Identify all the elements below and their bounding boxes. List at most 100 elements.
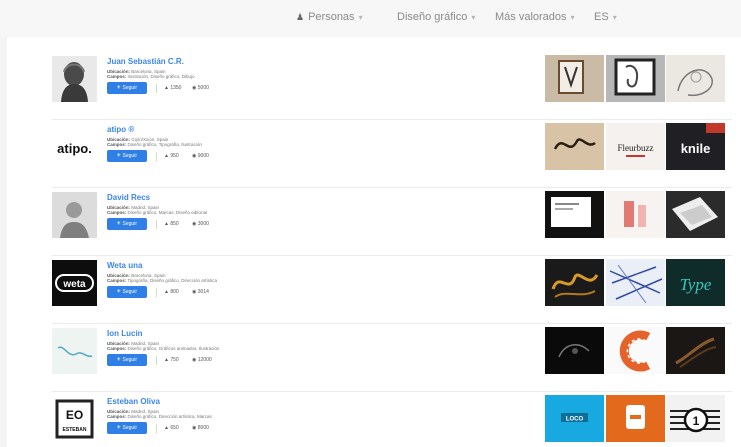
language-selector[interactable]: ES ▾ — [594, 11, 617, 23]
project-thumbnail[interactable] — [666, 327, 725, 374]
appreciations-count: ▲ 650 — [164, 425, 179, 431]
divider — [156, 220, 157, 229]
follow-button[interactable]: + Seguir — [107, 82, 147, 94]
thumbs-up-icon: ▲ — [164, 153, 169, 159]
avatar[interactable]: EO ESTEBAN — [52, 396, 97, 442]
people-filter[interactable]: ♟ Personas ▾ — [296, 11, 363, 23]
plus-icon: + — [117, 153, 121, 159]
profile-fields: Campos: Tipografía, Diseño gráfico, Dire… — [107, 278, 218, 283]
divider — [156, 424, 157, 433]
project-thumbnail[interactable] — [545, 123, 604, 170]
project-thumbnail[interactable] — [545, 259, 604, 306]
svg-text:atipo.: atipo. — [57, 141, 92, 156]
project-thumbnail[interactable] — [545, 327, 604, 374]
appreciations-count: ▲ 1350 — [164, 85, 182, 91]
project-thumbnail[interactable] — [606, 55, 665, 102]
project-thumbnail[interactable]: LOCO — [545, 395, 604, 442]
project-thumbnail[interactable] — [666, 55, 725, 102]
svg-text:EO: EO — [66, 408, 83, 422]
profile-row: EO ESTEBAN Esteban Oliva Ubicación: Madri… — [52, 391, 732, 447]
chevron-down-icon: ▾ — [471, 12, 476, 22]
follow-button[interactable]: + Seguir — [107, 422, 147, 434]
eye-icon: ◉ — [192, 289, 197, 295]
project-thumbnail[interactable] — [606, 327, 665, 374]
avatar[interactable] — [52, 56, 97, 102]
people-filter-label: Personas — [308, 11, 355, 23]
views-count: ◉ 5000 — [192, 85, 209, 91]
profile-row: Juan Sebastián C.R. Ubicación: Barcelona… — [52, 51, 732, 120]
thumbs-up-icon: ▲ — [164, 357, 169, 363]
chevron-down-icon: ▾ — [612, 12, 617, 22]
avatar[interactable]: weta — [52, 260, 97, 306]
follow-button[interactable]: + Seguir — [107, 150, 147, 162]
appreciations-count: ▲ 850 — [164, 221, 179, 227]
chevron-down-icon: ▾ — [570, 12, 575, 22]
project-thumbnail[interactable]: knile — [666, 123, 725, 170]
project-thumbnail[interactable]: Fleurbuzz — [606, 123, 665, 170]
profile-fields: Campos: Ilustración, Diseño gráfico, Dib… — [107, 74, 195, 79]
profile-row: David Recs Ubicación: Madrid, Spain Camp… — [52, 187, 732, 256]
appreciations-count: ▲ 950 — [164, 153, 179, 159]
top-navigation: ♟ Personas ▾ Diseño gráfico ▾ Más valora… — [0, 0, 741, 37]
thumbs-up-icon: ▲ — [164, 425, 169, 431]
project-thumbnail[interactable] — [545, 55, 604, 102]
appreciations-count: ▲ 750 — [164, 357, 179, 363]
appreciations-count: ▲ 800 — [164, 289, 179, 295]
project-thumbnail[interactable] — [545, 191, 604, 238]
views-count: ◉ 9000 — [192, 153, 209, 159]
plus-icon: + — [117, 221, 121, 227]
project-thumbnail[interactable]: Type — [666, 259, 725, 306]
project-thumbnail[interactable] — [606, 395, 665, 442]
profile-name[interactable]: Ion Lucín — [107, 329, 143, 338]
thumbs-up-icon: ▲ — [164, 85, 169, 91]
profile-row: atipo. atipo ® Ubicación: Gijón/Xixón, S… — [52, 119, 732, 188]
eye-icon: ◉ — [192, 357, 197, 363]
svg-text:Fleurbuzz: Fleurbuzz — [618, 143, 654, 153]
profile-name[interactable]: atipo ® — [107, 125, 134, 134]
svg-text:1: 1 — [693, 414, 700, 428]
follow-button[interactable]: + Seguir — [107, 354, 147, 366]
svg-text:ESTEBAN: ESTEBAN — [63, 427, 87, 433]
discipline-filter[interactable]: Diseño gráfico ▾ — [397, 11, 475, 23]
views-count: ◉ 3000 — [192, 221, 209, 227]
eye-icon: ◉ — [192, 221, 197, 227]
profile-name[interactable]: Weta una — [107, 261, 142, 270]
sort-filter[interactable]: Más valorados ▾ — [495, 11, 575, 23]
sort-filter-label: Más valorados — [495, 11, 567, 23]
thumbs-up-icon: ▲ — [164, 289, 169, 295]
project-thumbnail[interactable] — [606, 259, 665, 306]
project-thumbnail[interactable] — [606, 191, 665, 238]
avatar[interactable]: atipo. — [52, 124, 97, 170]
profile-name[interactable]: David Recs — [107, 193, 150, 202]
svg-text:LOCO: LOCO — [566, 417, 584, 423]
profile-row: weta Weta una Ubicación: Barcelona, Spai… — [52, 255, 732, 324]
results-panel: Juan Sebastián C.R. Ubicación: Barcelona… — [7, 37, 741, 447]
follow-button[interactable]: + Seguir — [107, 286, 147, 298]
divider — [156, 152, 157, 161]
project-thumbnail[interactable]: 1 — [666, 395, 725, 442]
profile-fields: Campos: Diseño gráfico, Dirección artíst… — [107, 414, 212, 419]
profile-fields: Campos: Diseño gráfico, Gráficos animado… — [107, 346, 220, 351]
profile-row: Ion Lucín Ubicación: Madrid, Spain Campo… — [52, 323, 732, 392]
person-icon: ♟ — [296, 11, 305, 22]
language-label: ES — [594, 11, 609, 23]
divider — [156, 288, 157, 297]
avatar[interactable] — [52, 328, 97, 374]
profile-fields: Campos: Diseño gráfico, Tipografía, Ilus… — [107, 142, 202, 147]
project-thumbnail[interactable] — [666, 191, 725, 238]
avatar[interactable] — [52, 192, 97, 238]
profile-name[interactable]: Juan Sebastián C.R. — [107, 57, 184, 66]
profile-name[interactable]: Esteban Oliva — [107, 397, 160, 406]
svg-text:weta: weta — [62, 279, 86, 290]
thumbs-up-icon: ▲ — [164, 221, 169, 227]
views-count: ◉ 12000 — [192, 357, 212, 363]
plus-icon: + — [117, 357, 121, 363]
profile-fields: Campos: Diseño gráfico, Marcas, Diseño e… — [107, 210, 208, 215]
views-count: ◉ 3014 — [192, 289, 209, 295]
plus-icon: + — [117, 289, 121, 295]
eye-icon: ◉ — [192, 425, 197, 431]
divider — [156, 356, 157, 365]
follow-button[interactable]: + Seguir — [107, 218, 147, 230]
eye-icon: ◉ — [192, 85, 197, 91]
eye-icon: ◉ — [192, 153, 197, 159]
